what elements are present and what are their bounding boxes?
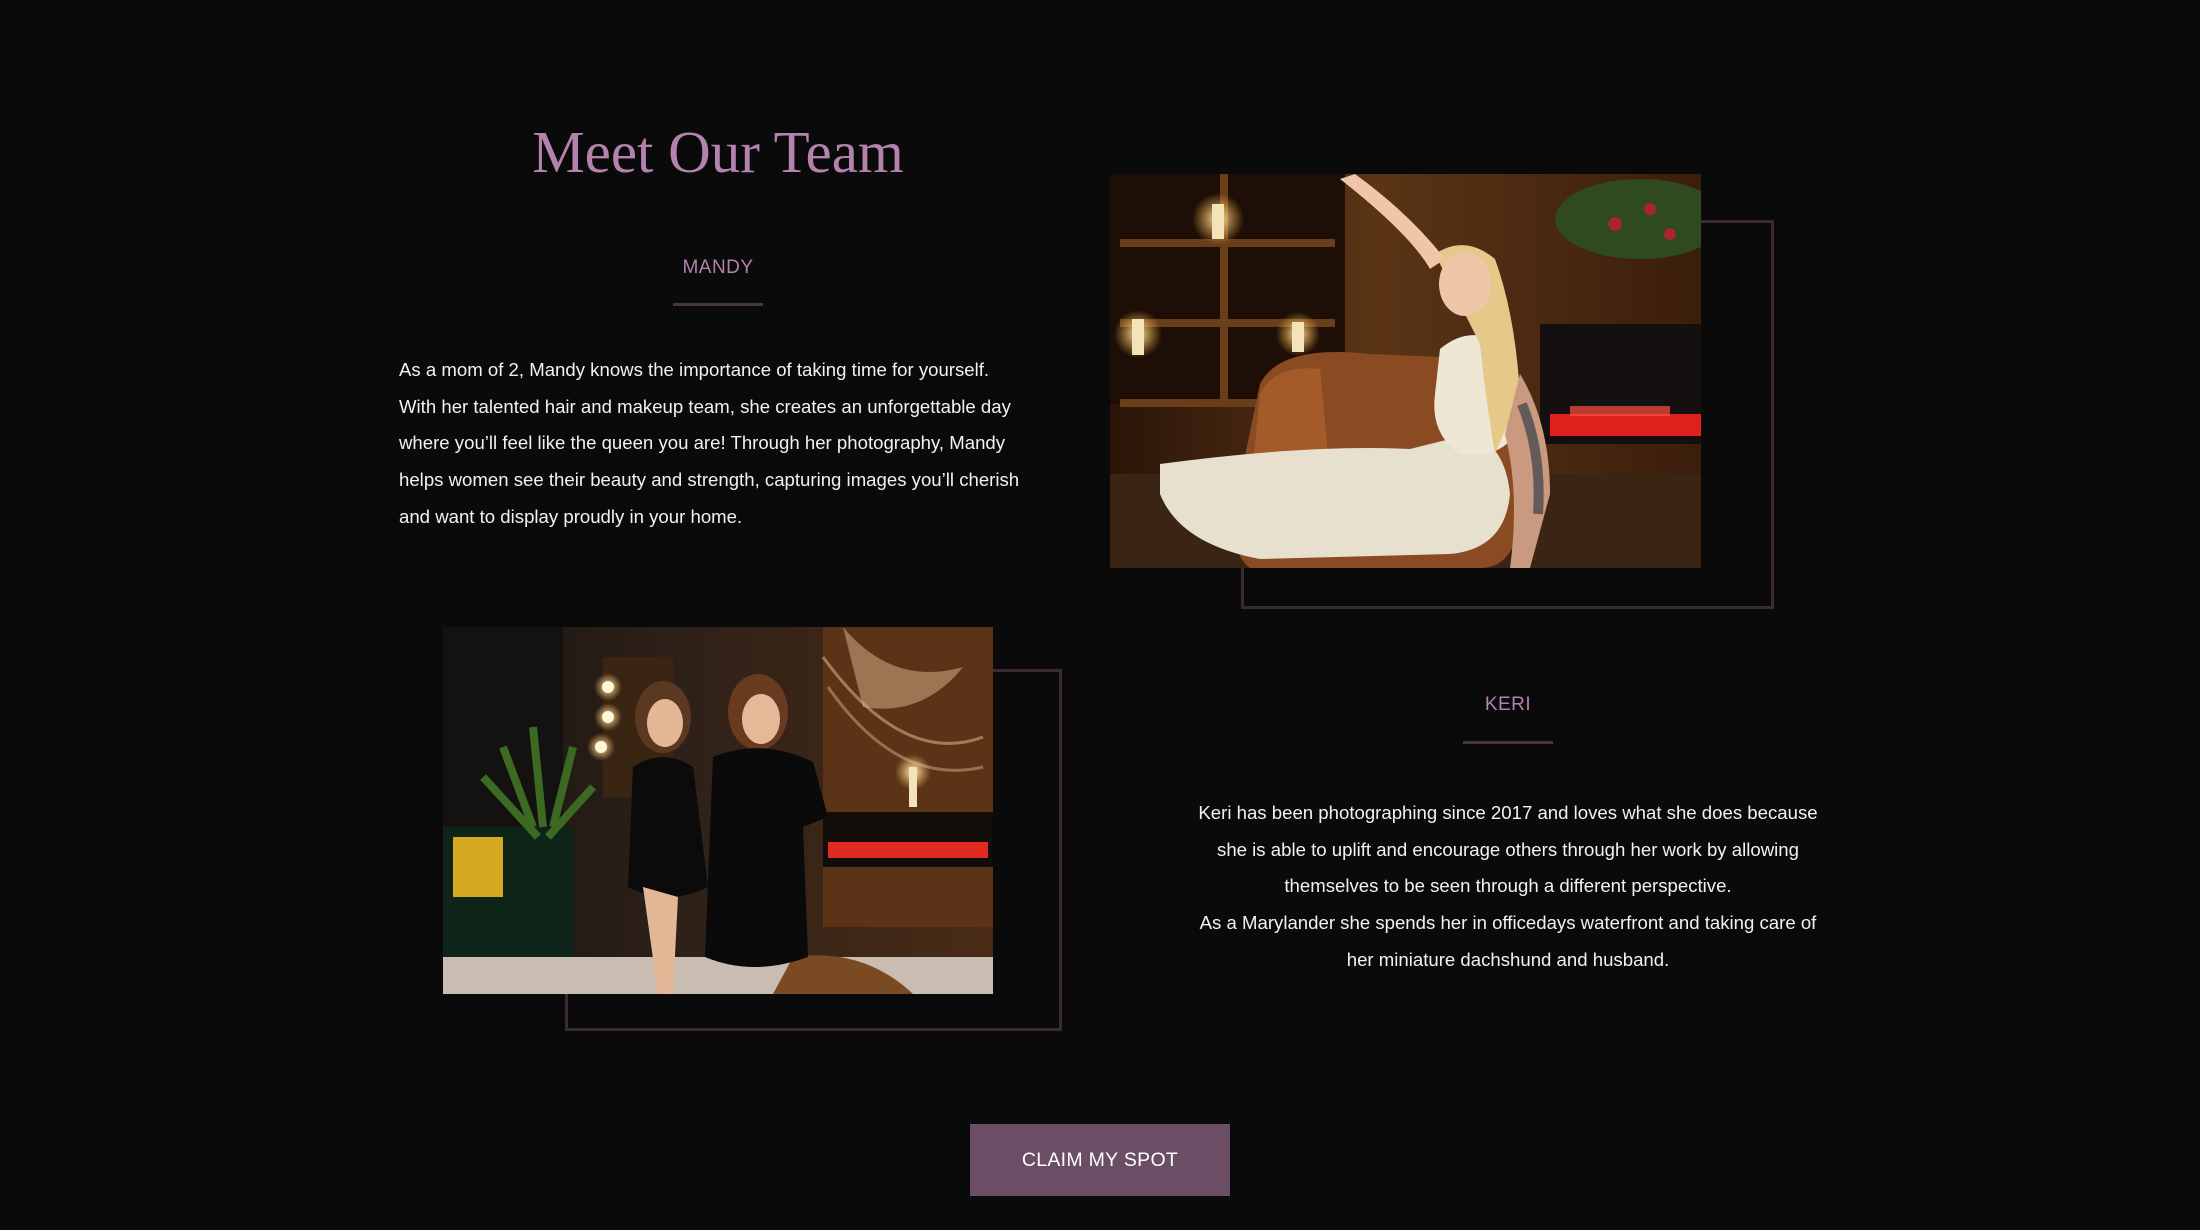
mandy-divider [673,303,763,306]
bio-line: where you’ll feel like the queen you are… [399,432,1006,454]
bio-line: themselves to be seen through a differen… [1284,875,1732,897]
bio-line: she is able to uplift and encourage othe… [1217,838,1799,860]
keri-photo [443,627,993,994]
mandy-bio: As a mom of 2, Mandy knows the importanc… [399,352,1079,536]
keri-divider [1463,741,1553,744]
bio-line: With her talented hair and makeup team, … [399,395,1011,417]
bio-line: helps women see their beauty and strengt… [399,469,1020,491]
keri-bio: Keri has been photographing since 2017 a… [1158,795,1858,979]
mandy-photo [1110,174,1701,568]
bio-line: Keri has been photographing since 2017 a… [1198,802,1818,823]
bio-line: As a mom of 2, Mandy knows the importanc… [399,359,990,380]
bio-line: her miniature dachshund and husband. [1346,948,1670,970]
bio-line: As a Marylander she spends her in office… [1199,912,1817,934]
member-name-keri: KERI [1484,694,1532,715]
section-title: Meet Our Team [532,119,904,185]
bio-line: and want to display proudly in your home… [399,505,743,527]
claim-my-spot-button[interactable]: CLAIM MY SPOT [970,1124,1230,1196]
member-name-mandy: MANDY [682,257,754,278]
